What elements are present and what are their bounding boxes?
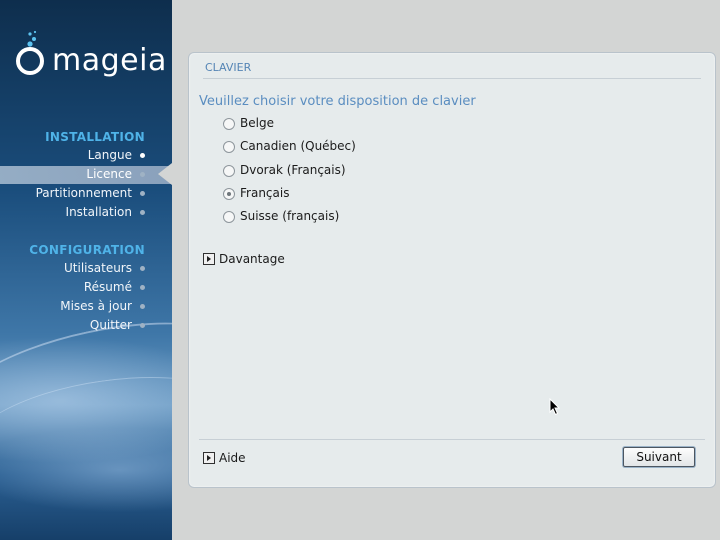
sidebar-item-label: Résumé [83, 280, 132, 294]
sidebar-item-quitter[interactable]: Quitter [0, 317, 172, 335]
divider [203, 78, 701, 79]
sidebar-item-langue[interactable]: Langue [0, 147, 172, 165]
more-label: Davantage [219, 252, 285, 266]
sidebar-item-label: Langue [87, 148, 132, 162]
step-pending-icon [140, 304, 145, 309]
sidebar-item-utilisateurs[interactable]: Utilisateurs [0, 260, 172, 278]
option-label: Canadien (Québec) [240, 139, 356, 153]
sidebar-item-partitionnement[interactable]: Partitionnement [0, 185, 172, 203]
sidebar-item-label: Partitionnement [35, 186, 132, 200]
keyboard-prompt: Veuillez choisir votre disposition de cl… [199, 94, 476, 109]
option-label: Suisse (français) [240, 209, 340, 223]
sidebar-item-mises-a-jour[interactable]: Mises à jour [0, 298, 172, 316]
sidebar-item-label: Quitter [89, 318, 132, 332]
radio-button-checked[interactable] [223, 188, 235, 200]
divider [199, 439, 705, 440]
section-title-configuration: CONFIGURATION [29, 243, 145, 257]
expand-arrow-icon [203, 253, 215, 265]
option-label: Belge [240, 116, 274, 130]
expand-arrow-icon [203, 452, 215, 464]
next-button[interactable]: Suivant [623, 447, 695, 467]
mouse-pointer-icon [549, 398, 561, 416]
sidebar: mageia INSTALLATION Langue Licence Parti… [0, 0, 172, 540]
sidebar-item-installation[interactable]: Installation [0, 204, 172, 222]
step-done-icon [140, 153, 145, 158]
sidebar-item-licence[interactable]: Licence [0, 166, 172, 184]
section-title-installation: INSTALLATION [45, 130, 145, 144]
step-current-icon [140, 172, 145, 177]
current-step-pointer-icon [158, 163, 172, 185]
sidebar-item-label: Utilisateurs [64, 261, 132, 275]
option-label: Dvorak (Français) [240, 163, 346, 177]
radio-button[interactable] [223, 165, 235, 177]
sidebar-item-label: Mises à jour [60, 299, 132, 313]
radio-button[interactable] [223, 211, 235, 223]
step-pending-icon [140, 323, 145, 328]
sidebar-item-label: Licence [86, 167, 132, 181]
sidebar-item-label: Installation [65, 205, 132, 219]
keyboard-panel: CLAVIER Veuillez choisir votre dispositi… [188, 52, 716, 488]
option-label: Français [240, 186, 290, 200]
sidebar-item-resume[interactable]: Résumé [0, 279, 172, 297]
step-pending-icon [140, 266, 145, 271]
logo-text: mageia [52, 43, 167, 78]
panel-title: CLAVIER [205, 61, 252, 74]
radio-button[interactable] [223, 141, 235, 153]
help-label: Aide [219, 451, 246, 465]
step-pending-icon [140, 285, 145, 290]
step-pending-icon [140, 210, 145, 215]
step-pending-icon [140, 191, 145, 196]
radio-button[interactable] [223, 118, 235, 130]
